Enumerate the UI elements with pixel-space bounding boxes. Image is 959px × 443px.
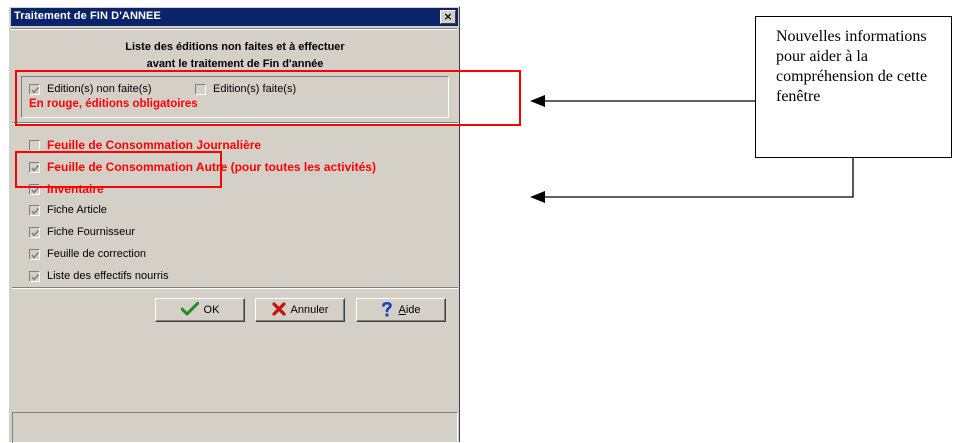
arrow-to-filters <box>530 95 755 107</box>
arrow-to-required-items <box>530 158 854 203</box>
annotation-arrows <box>530 95 854 203</box>
